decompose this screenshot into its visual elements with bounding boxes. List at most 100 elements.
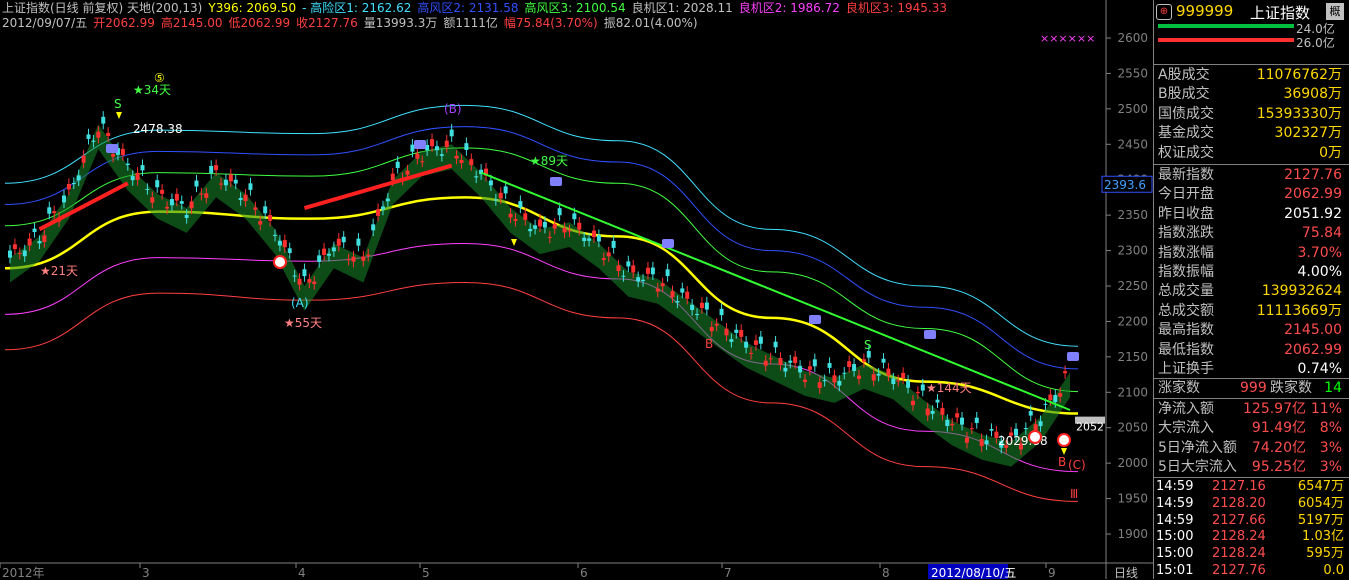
indicator-header: 上证指数(日线 前复权) 天地(200,13) Y396: 2069.50 - 高险… [2,1,953,16]
candle-body [233,179,238,184]
stat-row: 最高指数 2145.00 [1156,321,1346,340]
kline-chart[interactable]: 2600255025002450240023502300225022002150… [0,0,1153,579]
candle-body [219,183,224,185]
tick-price: 2128.24 [1212,529,1266,545]
candle-body [989,429,994,431]
tick-vol: 0.0 [1323,563,1344,578]
stat-value: 2051.92 [1284,205,1342,222]
candle-body [179,201,184,204]
flow-row: 大宗流入 91.49亿 8% [1156,419,1346,438]
annotation-days_21: ★21天 [40,264,78,278]
candle-body [763,360,768,366]
stat-row: 总成交量 139932624 [1156,282,1346,301]
candle-body [979,439,984,447]
line2-item: 额1111亿 [443,16,498,30]
candle-body [189,201,194,209]
candle-body [621,275,626,277]
candle-body [474,176,479,178]
candle-body [675,301,680,303]
candle-body [302,269,307,277]
bar-sell-label: 26.0亿 [1296,36,1335,50]
candle-body [120,148,125,156]
tick-row: 14:59 2127.66 5197万 [1156,512,1348,530]
candle-body [837,380,842,386]
candle-body [297,278,302,285]
candle-body [22,250,27,257]
candle-body [135,172,140,180]
candle-body [488,180,493,186]
tick-time: 15:01 [1156,563,1194,578]
candle-body [744,341,749,348]
candle-body [773,341,778,348]
line1-item: 良机区3: 1945.33 [845,1,947,15]
candle-body [1063,371,1068,374]
annotation-b2: B [1058,455,1066,469]
stat-value: 0.74% [1297,361,1342,377]
flow-row: 净流入额 125.97亿 11% [1156,400,1346,419]
tick-vol: 6547万 [1297,479,1344,494]
trend-fill [10,124,1070,467]
candle-body [582,237,587,242]
candle-body [209,165,214,174]
tick-time: 14:59 [1156,512,1194,528]
line2-item: 振82.01(4.00%) [603,16,698,30]
band-line-2 [4,147,1079,393]
candle-body [842,372,847,374]
candle-body [8,250,12,258]
divider [1154,164,1349,165]
stock-icon[interactable]: ⊕ [1156,4,1172,20]
candle-body [577,222,582,230]
candle-body [174,193,179,201]
candle-body [341,236,346,243]
tick-time: 14:59 [1156,479,1194,494]
candle-body [459,159,464,164]
marker-xxx: ×××××× [1040,32,1096,45]
candle-body [351,256,356,262]
tick-price: 2128.24 [1212,546,1266,562]
stat-value: 36908万 [1283,86,1342,103]
x-tick-label: 4 [298,566,306,579]
candle-body [861,359,866,362]
y-tick-label: 2000 [1117,456,1148,470]
stat-row: 权证成交 0万 [1156,144,1346,163]
ohlc-header: 2012/09/07/五 开2062.99 高2145.00 低2062.99 收212… [2,16,704,31]
line1-item: 上证指数(日线 前复权) 天地(200,13) [2,1,203,15]
summary-button[interactable]: 概 [1326,3,1344,20]
tick-row: 15:00 2128.24 595万 [1156,545,1348,563]
candle-body [32,228,37,233]
tick-price: 2127.16 [1212,479,1266,494]
candle-body [984,440,989,445]
candle-body [930,410,935,414]
candle-body [901,372,906,379]
candle-body [498,192,503,199]
stat-value: 75.84 [1301,225,1342,242]
candle-body [567,230,572,232]
tick-time: 15:00 [1156,529,1194,545]
cup-marker-icon [550,177,562,186]
x-tick-label: 5 [422,566,430,579]
candle-body [155,180,160,188]
candle-body [758,336,763,344]
kline-chart-area[interactable]: 2600255025002450240023502300225022002150… [0,0,1153,579]
flow-row: 5日净流入额 74.20亿 3% [1156,439,1346,458]
stat-row: 指数涨幅 3.70% [1156,244,1346,263]
y-tick-label: 2300 [1117,244,1148,258]
stat-row: 最低指数 2062.99 [1156,341,1346,360]
candle-body [346,259,351,261]
arrow-down-icon [116,112,122,119]
stat-value: 15393330万 [1256,105,1342,122]
candle-body [160,189,165,194]
tick-time: 14:59 [1156,495,1194,511]
stat-label: 国债成交 [1158,105,1214,122]
candle-body [650,267,655,275]
candle-body [165,206,170,209]
candle-body [199,193,204,195]
tick-time: 15:00 [1156,546,1194,562]
candle-body [955,413,960,418]
stat-row: 国债成交 15393330万 [1156,105,1346,124]
candle-body [273,234,277,236]
candle-body [940,408,945,415]
annotation-circle5: ⑤ [154,71,165,85]
candle-body [856,375,861,379]
candle-body [493,199,498,201]
